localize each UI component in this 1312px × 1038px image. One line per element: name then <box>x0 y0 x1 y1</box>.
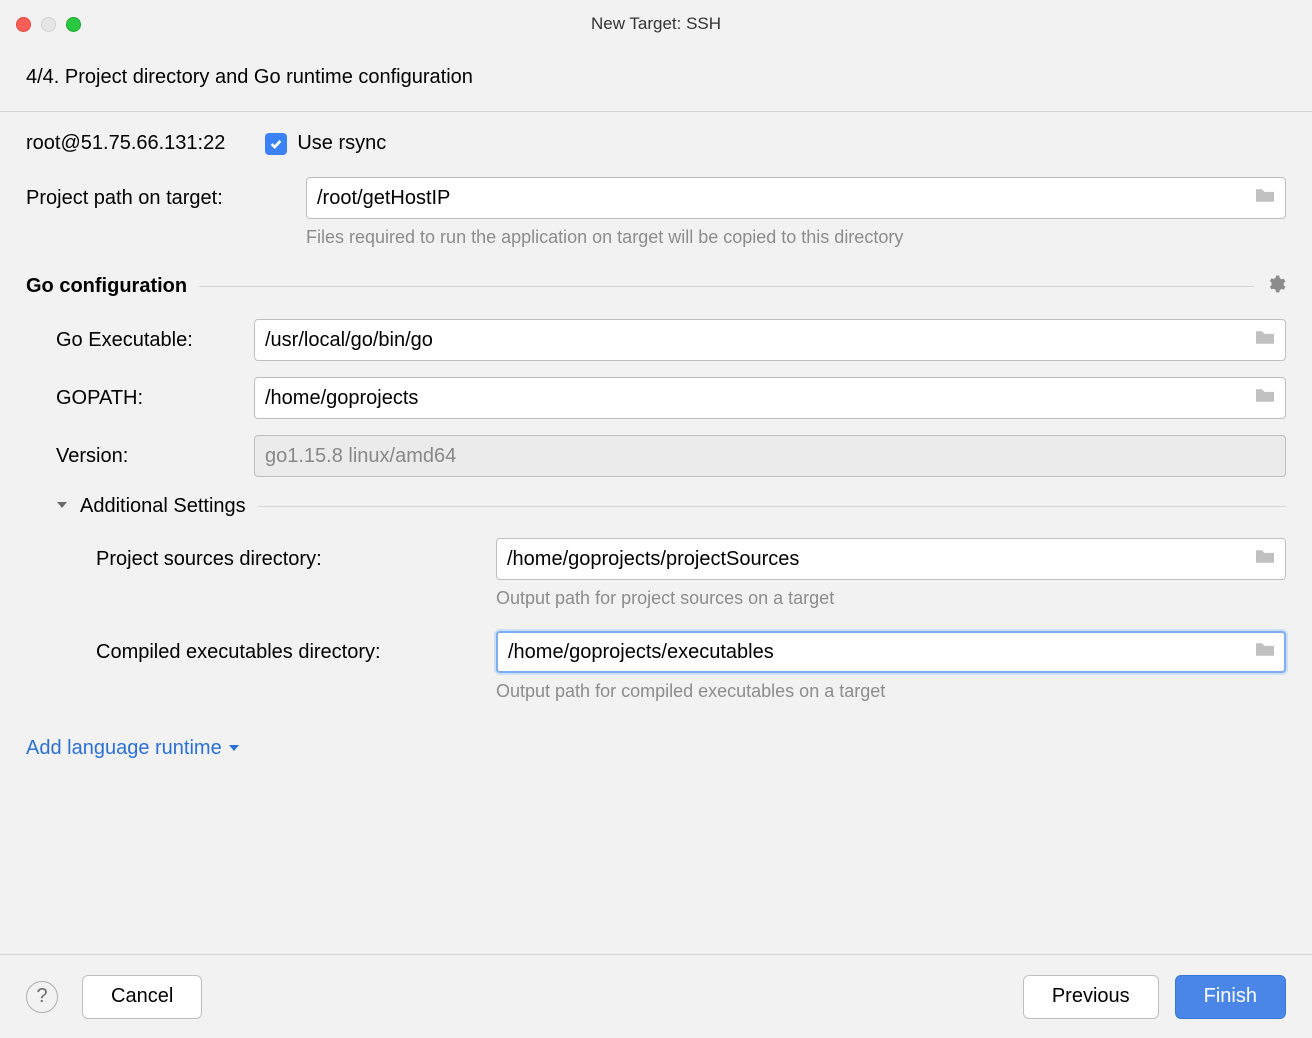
use-rsync-label: Use rsync <box>297 132 386 155</box>
section-divider <box>199 286 1254 287</box>
host-label: root@51.75.66.131:22 <box>26 132 225 155</box>
executables-dir-row: Compiled executables directory: <box>26 631 1286 673</box>
go-executable-label: Go Executable: <box>26 329 254 352</box>
gopath-label: GOPATH: <box>26 387 254 410</box>
additional-settings-title: Additional Settings <box>80 495 246 518</box>
go-config-title: Go configuration <box>26 275 187 298</box>
content-area: root@51.75.66.131:22 Use rsync Project p… <box>0 112 1312 760</box>
gopath-row: GOPATH: <box>26 377 1286 419</box>
sources-dir-hint: Output path for project sources on a tar… <box>496 586 1286 611</box>
use-rsync-checkbox[interactable] <box>265 133 287 155</box>
chevron-down-icon <box>56 498 68 516</box>
folder-icon[interactable] <box>1254 548 1276 571</box>
titlebar: New Target: SSH <box>0 0 1312 48</box>
go-config-section: Go configuration <box>26 274 1286 299</box>
additional-settings-header[interactable]: Additional Settings <box>56 495 1286 518</box>
rsync-option: Use rsync <box>265 132 386 155</box>
host-row: root@51.75.66.131:22 Use rsync <box>26 132 1286 155</box>
go-executable-row: Go Executable: <box>26 319 1286 361</box>
maximize-window-icon[interactable] <box>66 17 81 32</box>
traffic-lights <box>16 17 81 32</box>
previous-button[interactable]: Previous <box>1023 975 1159 1019</box>
go-executable-input[interactable] <box>254 319 1286 361</box>
executables-dir-hint: Output path for compiled executables on … <box>496 679 1286 704</box>
help-icon[interactable]: ? <box>26 981 58 1013</box>
close-window-icon[interactable] <box>16 17 31 32</box>
folder-icon[interactable] <box>1254 329 1276 352</box>
gear-icon[interactable] <box>1266 274 1286 299</box>
executables-dir-input[interactable] <box>496 631 1286 673</box>
project-path-hint: Files required to run the application on… <box>306 225 946 250</box>
add-runtime-label: Add language runtime <box>26 737 222 760</box>
version-label: Version: <box>26 445 254 468</box>
project-path-label: Project path on target: <box>26 187 306 210</box>
section-divider <box>258 506 1286 507</box>
executables-dir-label: Compiled executables directory: <box>26 641 496 664</box>
project-path-input[interactable] <box>306 177 1286 219</box>
window-title: New Target: SSH <box>591 14 721 34</box>
add-language-runtime-link[interactable]: Add language runtime <box>26 737 1286 760</box>
project-path-row: Project path on target: <box>26 177 1286 219</box>
minimize-window-icon <box>41 17 56 32</box>
cancel-button[interactable]: Cancel <box>82 975 202 1019</box>
version-display <box>254 435 1286 477</box>
folder-icon[interactable] <box>1254 187 1276 210</box>
gopath-input[interactable] <box>254 377 1286 419</box>
sources-dir-row: Project sources directory: <box>26 538 1286 580</box>
finish-button[interactable]: Finish <box>1175 975 1286 1019</box>
folder-icon[interactable] <box>1254 641 1276 664</box>
step-header: 4/4. Project directory and Go runtime co… <box>0 48 1312 112</box>
version-row: Version: <box>26 435 1286 477</box>
sources-dir-input[interactable] <box>496 538 1286 580</box>
folder-icon[interactable] <box>1254 387 1276 410</box>
sources-dir-label: Project sources directory: <box>26 548 496 571</box>
chevron-down-icon <box>228 742 240 754</box>
footer: ? Cancel Previous Finish <box>0 954 1312 1038</box>
